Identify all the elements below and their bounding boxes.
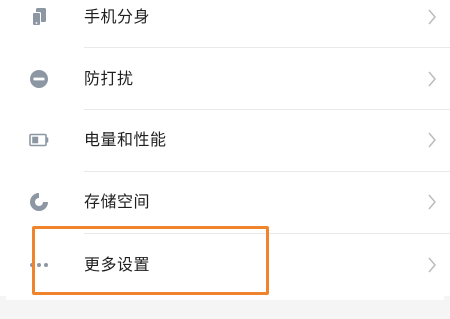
chevron-right-icon [428, 9, 436, 25]
chevron-right-icon [428, 257, 436, 273]
settings-item-battery-performance[interactable]: 电量和性能 [0, 110, 450, 171]
settings-item-storage[interactable]: 存储空间 [0, 172, 450, 233]
settings-item-label: 防打扰 [84, 69, 134, 88]
do-not-disturb-icon [30, 70, 48, 88]
battery-icon [29, 133, 49, 147]
settings-item-more-settings[interactable]: 更多设置 [0, 234, 450, 295]
chevron-right-icon [428, 194, 436, 210]
settings-item-phone-clone[interactable]: 手机分身 [0, 0, 450, 48]
settings-list: 手机分身 防打扰 电量和性能 存储空间 更多设置 [0, 0, 450, 296]
phone-clone-icon [32, 8, 46, 26]
settings-item-label: 手机分身 [84, 7, 151, 26]
chevron-right-icon [428, 71, 436, 87]
chevron-right-icon [428, 132, 436, 148]
settings-item-label: 更多设置 [84, 255, 151, 274]
storage-pie-icon [30, 192, 49, 211]
settings-item-do-not-disturb[interactable]: 防打扰 [0, 48, 450, 109]
bottom-section-gap [0, 296, 450, 319]
settings-item-label: 存储空间 [84, 192, 151, 211]
more-dots-icon [30, 263, 48, 267]
card-bottom-edge [6, 296, 444, 300]
settings-item-label: 电量和性能 [84, 130, 167, 149]
